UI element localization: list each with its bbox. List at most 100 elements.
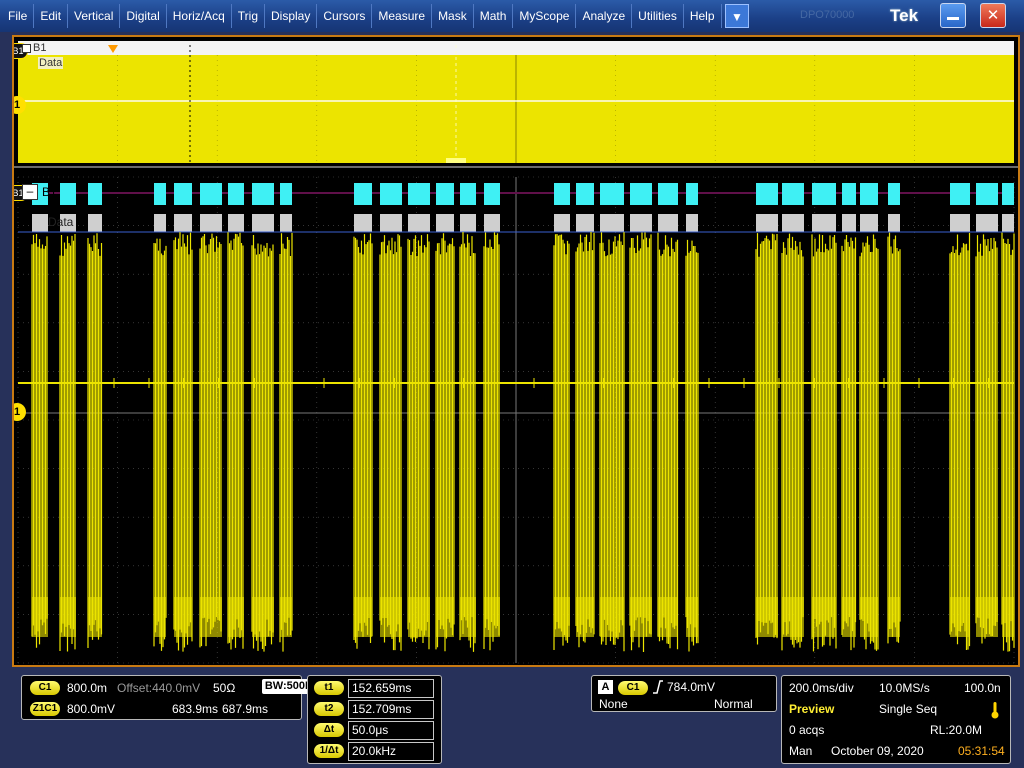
sample-rate: 10.0MS/s	[879, 681, 930, 695]
data-packet	[554, 214, 570, 232]
data-packet	[174, 214, 192, 232]
trace-burst-fill	[280, 597, 292, 637]
bus-packet	[252, 183, 274, 205]
close-button[interactable]: ✕	[980, 3, 1006, 28]
bus-packet	[756, 183, 778, 205]
data-packet	[154, 214, 166, 232]
data-packet	[630, 214, 652, 232]
trigger-a-badge: A	[598, 680, 613, 694]
data-packet	[658, 214, 678, 232]
trace-burst-fill	[200, 597, 222, 637]
overview-pos-indicator	[446, 158, 466, 163]
overview-collapse-icon[interactable]	[22, 44, 31, 53]
delta-t-badge[interactable]: Δt	[314, 723, 344, 737]
trace-burst-fill	[554, 597, 570, 637]
inverse-delta-t-badge[interactable]: 1/Δt	[314, 744, 344, 758]
bus-packet	[280, 183, 292, 205]
data-packet	[1002, 214, 1014, 232]
menu-myscope[interactable]: MyScope	[513, 4, 577, 28]
menu-math[interactable]: Math	[474, 4, 514, 28]
resolution: 100.0n	[964, 681, 1001, 695]
menu-file[interactable]: File	[2, 4, 35, 28]
ch1-offset: Offset:440.0mV	[117, 681, 201, 695]
trace-burst-fill	[228, 597, 244, 637]
minimize-button[interactable]	[940, 3, 966, 28]
bus-packet	[200, 183, 222, 205]
menu-cursors[interactable]: Cursors	[317, 4, 373, 28]
t2-badge[interactable]: t2	[314, 702, 344, 716]
waveform-display[interactable]: B1 B1 Data 1 B1 – B1 Data 1	[12, 35, 1020, 667]
data-packet	[200, 214, 222, 232]
trace-burst-fill	[60, 597, 76, 637]
menu-display[interactable]: Display	[265, 4, 318, 28]
bus-packet	[554, 183, 570, 205]
trace-burst-fill	[154, 597, 166, 637]
trigger-source-badge[interactable]: C1	[618, 681, 648, 695]
main-collapse-icon[interactable]: –	[22, 184, 38, 200]
ch1-impedance: 50Ω	[213, 681, 236, 695]
bus-packet	[600, 183, 624, 205]
menu-help[interactable]: Help	[684, 4, 722, 28]
bus-packet	[354, 183, 372, 205]
trace-burst-fill	[32, 597, 48, 637]
model-watermark: DPO70000	[800, 9, 855, 21]
thermometer-icon	[991, 702, 999, 719]
minimize-icon	[947, 17, 959, 20]
menu-dropdown-button[interactable]: ▼	[725, 4, 749, 28]
data-packet	[228, 214, 244, 232]
t1-badge[interactable]: t1	[314, 681, 344, 695]
t2-value: 152.709ms	[348, 700, 434, 719]
trace-burst-fill	[842, 597, 856, 637]
acquisition-count: 0 acqs	[789, 723, 825, 737]
zoom-badge[interactable]: Z1C1	[30, 702, 60, 716]
main-bus-label: B1	[42, 185, 57, 199]
bus-packet	[658, 183, 678, 205]
menu-trig[interactable]: Trig	[232, 4, 265, 28]
data-packet	[600, 214, 624, 232]
acquisition-readout-panel[interactable]: 200.0ms/div 10.0MS/s 100.0n Preview Sing…	[781, 675, 1011, 764]
preview-status: Preview	[789, 702, 835, 716]
cursor-readout-panel[interactable]: t1 152.659ms t2 152.709ms Δt 50.0μs 1/Δt…	[307, 675, 442, 764]
ch1-badge[interactable]: C1	[30, 681, 60, 695]
menu-vertical[interactable]: Vertical	[68, 4, 121, 28]
menu-analyze[interactable]: Analyze	[576, 4, 633, 28]
data-packet	[860, 214, 878, 232]
data-packet	[950, 214, 970, 232]
inverse-delta-t-value: 20.0kHz	[348, 742, 434, 761]
acquisition-date: October 09, 2020	[831, 744, 924, 758]
trace-burst-fill	[252, 597, 274, 637]
acquisition-time: 05:31:54	[958, 744, 1005, 758]
bus-packet	[812, 183, 836, 205]
trigger-readout-panel[interactable]: A C1 784.0mV None Normal	[591, 675, 777, 712]
trace-burst-fill	[576, 597, 594, 637]
data-packet	[842, 214, 856, 232]
data-packet	[408, 214, 430, 232]
data-packet	[976, 214, 998, 232]
horizontal-scale: 200.0ms/div	[789, 681, 854, 695]
trace-burst-fill	[484, 597, 500, 637]
menu-digital[interactable]: Digital	[120, 4, 167, 28]
bus-packet	[174, 183, 192, 205]
bus-packet	[88, 183, 102, 205]
data-packet	[576, 214, 594, 232]
menu-edit[interactable]: Edit	[34, 4, 69, 28]
bus-packet	[686, 183, 698, 205]
data-packet	[88, 214, 102, 232]
bus-packet	[576, 183, 594, 205]
menu-mask[interactable]: Mask	[432, 4, 474, 28]
channel-readout-panel[interactable]: C1 800.0m Offset:440.0mV 50Ω BW:500M Z1C…	[21, 675, 317, 720]
main-data-label: Data	[48, 215, 74, 229]
bus-packet	[860, 183, 878, 205]
trace-burst-fill	[436, 597, 454, 637]
bus-packet	[976, 183, 998, 205]
bus-packet	[436, 183, 454, 205]
t1-value: 152.659ms	[348, 679, 434, 698]
menu-horiz-acq[interactable]: Horiz/Acq	[167, 4, 232, 28]
menu-measure[interactable]: Measure	[372, 4, 433, 28]
bus-packet	[380, 183, 402, 205]
menu-utilities[interactable]: Utilities	[632, 4, 684, 28]
rising-edge-icon	[653, 680, 663, 694]
bus-packet	[630, 183, 652, 205]
close-icon: ✕	[986, 6, 1000, 24]
bus-packet	[888, 183, 900, 205]
